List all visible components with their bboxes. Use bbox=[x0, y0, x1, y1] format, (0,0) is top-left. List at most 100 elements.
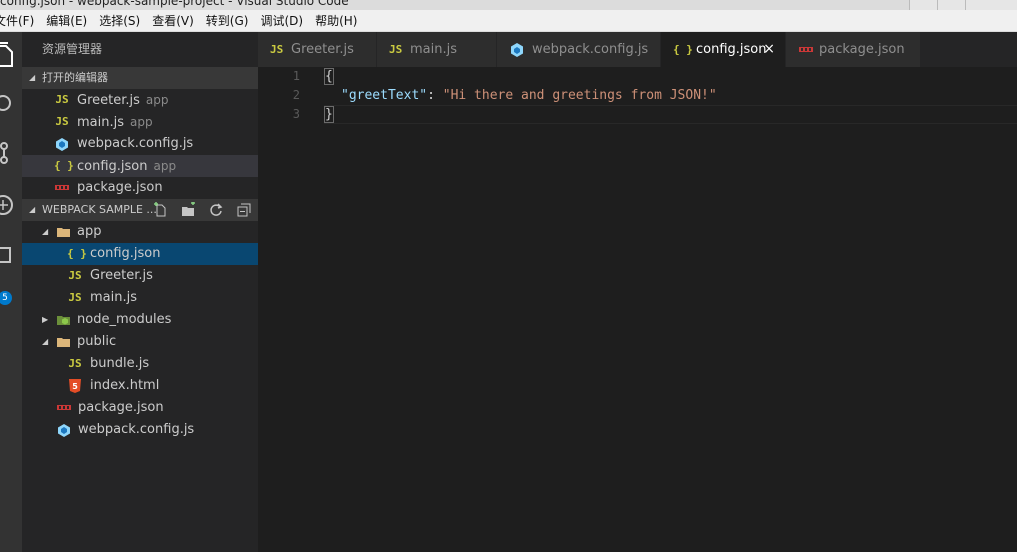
chevron-down-icon: ◢ bbox=[42, 337, 49, 346]
json-value: "Hi there and greetings from JSON!" bbox=[442, 88, 717, 103]
tree-folder-public[interactable]: ◢ public bbox=[22, 331, 258, 353]
tree-item-label: Greeter.js bbox=[90, 268, 153, 283]
tab-label: main.js bbox=[410, 42, 457, 57]
tree-file-greeter-js[interactable]: JS Greeter.js bbox=[22, 265, 258, 287]
open-editor-name: main.js bbox=[77, 115, 124, 130]
tree-item-label: node_modules bbox=[77, 312, 172, 327]
refresh-icon[interactable] bbox=[208, 202, 224, 218]
sidebar-title: 资源管理器 bbox=[42, 42, 103, 56]
code-editor[interactable]: 1 2 3 { "greetText": "Hi there and greet… bbox=[258, 67, 1017, 552]
tab-config-json[interactable]: { } config.json × bbox=[661, 32, 786, 67]
json-file-icon: { } bbox=[67, 247, 87, 260]
chevron-down-icon: ◢ bbox=[29, 73, 36, 82]
collapse-all-icon[interactable] bbox=[236, 202, 252, 218]
window-close-button[interactable] bbox=[965, 0, 1017, 10]
tree-file-bundle-js[interactable]: JS bundle.js bbox=[22, 353, 258, 375]
open-editor-name: Greeter.js bbox=[77, 93, 140, 108]
tab-webpack-config-js[interactable]: webpack.config.js bbox=[497, 32, 661, 67]
menu-edit[interactable]: 编辑(E) bbox=[40, 10, 93, 32]
tree-file-webpack-config-js[interactable]: webpack.config.js bbox=[22, 419, 258, 441]
explorer-sidebar: 资源管理器 ◢ 打开的编辑器 JS Greeter.js app JS main.… bbox=[22, 32, 258, 552]
folder-open-icon bbox=[56, 331, 72, 353]
menu-file[interactable]: 文件(F) bbox=[0, 10, 40, 32]
search-icon[interactable] bbox=[0, 92, 18, 118]
tab-label: webpack.config.js bbox=[532, 42, 649, 57]
open-editor-item[interactable]: JS Greeter.js app bbox=[22, 89, 258, 111]
new-folder-icon[interactable] bbox=[180, 201, 196, 218]
code-line: "greetText": "Hi there and greetings fro… bbox=[341, 86, 717, 105]
tree-file-main-js[interactable]: JS main.js bbox=[22, 287, 258, 309]
close-icon[interactable]: × bbox=[763, 32, 775, 67]
tree-item-label: webpack.config.js bbox=[78, 422, 195, 437]
debug-icon[interactable] bbox=[0, 192, 18, 218]
open-brace: { bbox=[324, 68, 334, 85]
npm-file-icon bbox=[54, 177, 70, 199]
open-editor-name: webpack.config.js bbox=[77, 136, 194, 151]
open-editor-item[interactable]: { } config.json app bbox=[22, 155, 258, 177]
js-file-icon: JS bbox=[68, 269, 82, 282]
menu-view[interactable]: 查看(V) bbox=[146, 10, 200, 32]
new-file-icon[interactable] bbox=[152, 202, 168, 218]
code-line: { bbox=[324, 67, 334, 86]
webpack-file-icon bbox=[54, 133, 70, 155]
tab-label: config.json bbox=[696, 42, 767, 57]
open-editor-item[interactable]: JS main.js app bbox=[22, 111, 258, 133]
tree-item-label: index.html bbox=[90, 378, 160, 393]
tree-item-label: public bbox=[77, 334, 117, 349]
window-title: config.json - webpack-sample-project - V… bbox=[0, 0, 349, 8]
title-bar: config.json - webpack-sample-project - V… bbox=[0, 0, 1017, 10]
chevron-down-icon: ◢ bbox=[29, 205, 36, 214]
js-file-icon: JS bbox=[55, 115, 69, 128]
menu-bar: 文件(F) 编辑(E) 选择(S) 查看(V) 转到(G) 调试(D) 帮助(H… bbox=[0, 10, 1017, 32]
editor-tabs: JS Greeter.js JS main.js webpack.config.… bbox=[258, 32, 1017, 67]
line-number: 2 bbox=[292, 88, 300, 102]
tab-label: Greeter.js bbox=[291, 42, 354, 57]
line-number: 3 bbox=[292, 107, 300, 121]
menu-debug[interactable]: 调试(D) bbox=[254, 10, 309, 32]
js-file-icon: JS bbox=[55, 93, 69, 106]
json-file-icon: { } bbox=[54, 159, 74, 172]
code-line: } bbox=[324, 105, 334, 124]
html5-file-icon: 5 bbox=[67, 375, 83, 397]
open-editors-header[interactable]: ◢ 打开的编辑器 bbox=[22, 67, 258, 89]
open-editor-name: package.json bbox=[77, 180, 163, 195]
current-line-highlight bbox=[324, 105, 1017, 124]
tree-file-package-json[interactable]: package.json bbox=[22, 397, 258, 419]
explorer-icon[interactable] bbox=[0, 42, 18, 68]
tab-greeter-js[interactable]: JS Greeter.js bbox=[258, 32, 377, 67]
svg-text:5: 5 bbox=[72, 382, 78, 391]
open-editor-folder-hint: app bbox=[130, 115, 153, 129]
webpack-file-icon bbox=[56, 419, 72, 441]
node-folder-icon bbox=[56, 309, 72, 331]
open-editor-folder-hint: app bbox=[153, 159, 177, 173]
js-file-icon: JS bbox=[389, 43, 403, 56]
tree-file-index-html[interactable]: 5 index.html bbox=[22, 375, 258, 397]
menu-help[interactable]: 帮助(H) bbox=[309, 10, 363, 32]
tree-item-label: app bbox=[77, 224, 102, 239]
open-editor-folder-hint: app bbox=[145, 93, 169, 107]
minimize-button[interactable] bbox=[909, 0, 937, 10]
json-key: "greetText" bbox=[341, 88, 428, 103]
project-header[interactable]: ◢ WEBPACK SAMPLE ... bbox=[22, 199, 258, 221]
js-file-icon: JS bbox=[68, 357, 82, 370]
open-editor-name: config.json bbox=[77, 159, 148, 174]
tree-folder-node-modules[interactable]: ▶ node_modules bbox=[22, 309, 258, 331]
extensions-badge: 5 bbox=[0, 291, 12, 305]
tree-file-config-json[interactable]: { } config.json bbox=[22, 243, 258, 265]
maximize-button[interactable] bbox=[937, 0, 965, 10]
open-editor-item[interactable]: webpack.config.js bbox=[22, 133, 258, 155]
menu-selection[interactable]: 选择(S) bbox=[93, 10, 146, 32]
close-brace: } bbox=[324, 106, 334, 123]
source-control-icon[interactable] bbox=[0, 140, 18, 166]
json-colon: : bbox=[427, 88, 443, 103]
tree-folder-app[interactable]: ◢ app bbox=[22, 221, 258, 243]
activity-bar: 5 bbox=[0, 32, 22, 552]
tab-main-js[interactable]: JS main.js bbox=[377, 32, 497, 67]
json-file-icon: { } bbox=[673, 43, 693, 56]
tree-item-label: main.js bbox=[90, 290, 137, 305]
menu-go[interactable]: 转到(G) bbox=[200, 10, 255, 32]
open-editor-item[interactable]: package.json bbox=[22, 177, 258, 199]
tab-package-json[interactable]: package.json bbox=[786, 32, 921, 67]
tree-item-label: config.json bbox=[90, 246, 161, 261]
extensions-icon[interactable] bbox=[0, 244, 18, 270]
